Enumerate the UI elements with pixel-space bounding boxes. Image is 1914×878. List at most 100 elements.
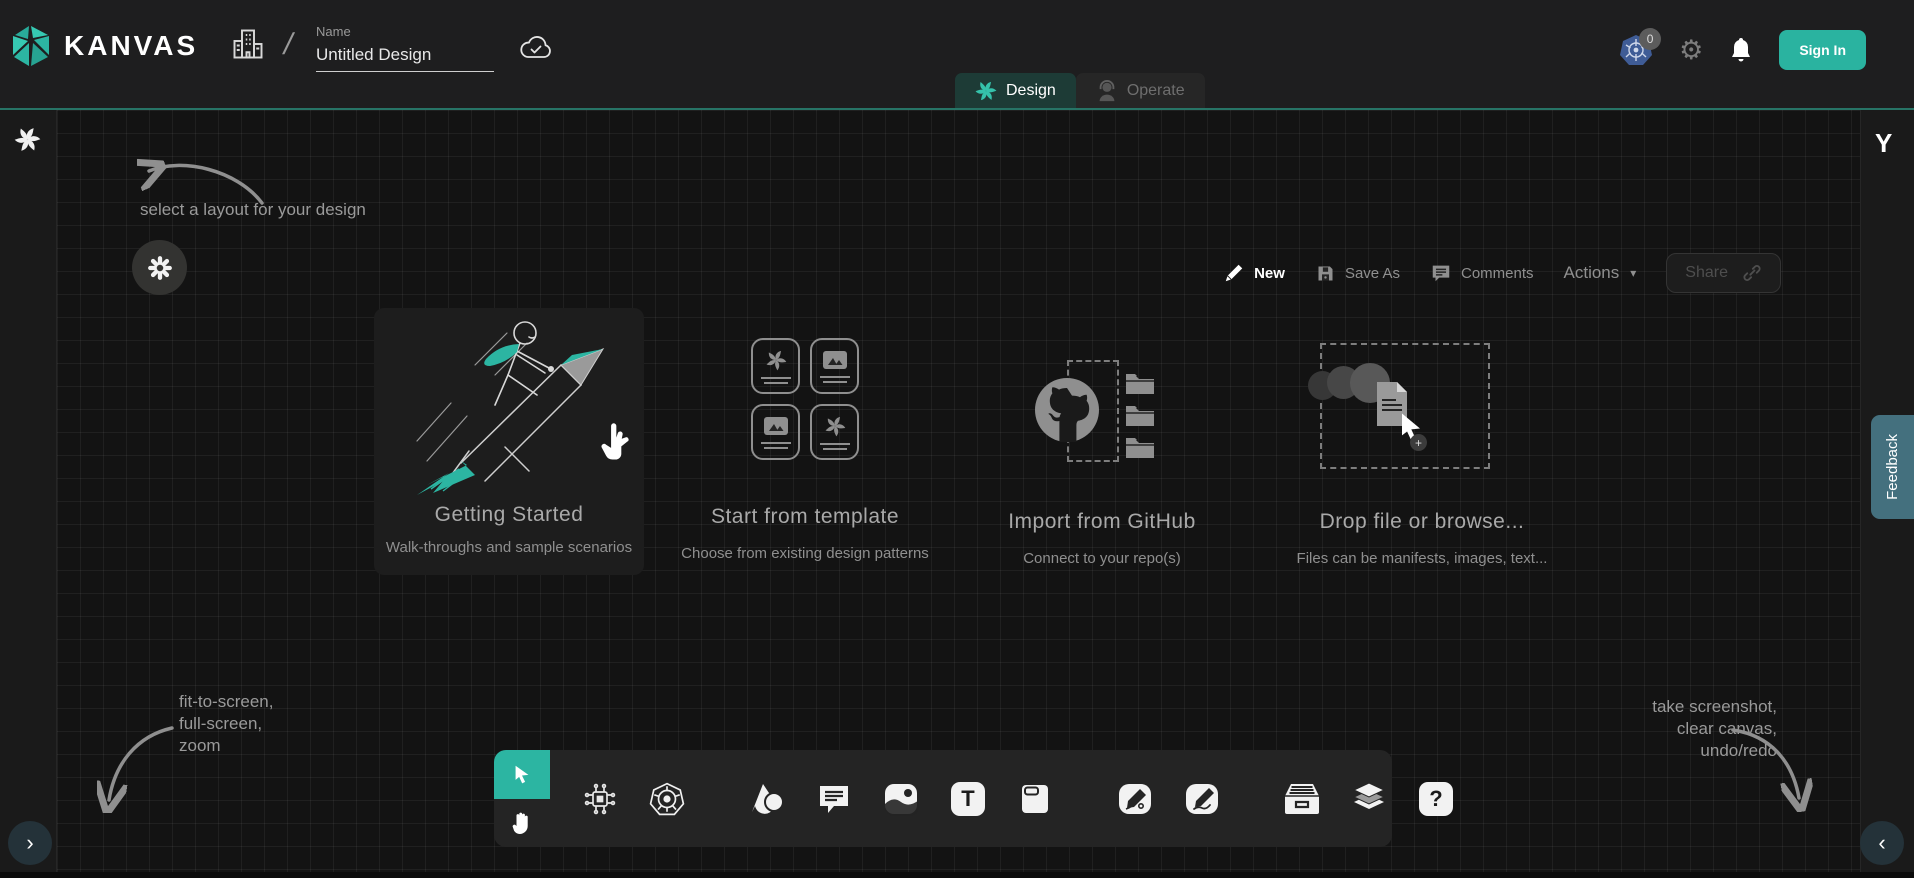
template-tile	[751, 338, 800, 394]
collapse-right-panel-button[interactable]: ‹	[1860, 821, 1904, 865]
note-icon	[1018, 783, 1052, 815]
notifications-bell-icon[interactable]	[1729, 36, 1753, 64]
layers-tool[interactable]	[1349, 779, 1389, 819]
new-label: New	[1254, 265, 1285, 282]
chevron-down-icon: ▾	[1630, 266, 1636, 280]
layout-selector-button[interactable]	[132, 240, 187, 295]
pointer-tools	[494, 750, 550, 847]
template-tile	[751, 404, 800, 460]
settings-gear-icon[interactable]: ⚙	[1679, 37, 1703, 64]
cursor-tool[interactable]	[494, 750, 550, 799]
breadcrumb-separator: /	[280, 28, 296, 62]
card-start-from-template[interactable]: Start from template Choose from existing…	[670, 338, 940, 562]
sidebar-pinwheel-icon[interactable]	[14, 126, 41, 153]
rocket-rider-illustration	[409, 313, 619, 498]
brand-logo[interactable]: KANVAS	[12, 24, 198, 68]
mode-tabs: Design Operate	[955, 73, 1205, 108]
kubernetes-count-badge: 0	[1639, 28, 1661, 50]
y-logo: Y	[1875, 128, 1892, 159]
comments-icon	[1430, 262, 1452, 284]
infra-tools	[550, 750, 717, 847]
zoom-hint-text: fit-to-screen, full-screen, zoom	[179, 691, 273, 757]
zoom-hint-arrow	[97, 718, 182, 813]
card-import-github[interactable]: Import from GitHub Connect to your repo(…	[962, 338, 1242, 567]
pinwheel-icon	[824, 415, 846, 437]
app-header: KANVAS / Name	[0, 0, 1914, 108]
chevron-left-icon: ‹	[1878, 830, 1885, 856]
operate-headset-icon	[1096, 79, 1118, 103]
comments-button[interactable]: Comments	[1430, 262, 1534, 284]
tab-operate[interactable]: Operate	[1076, 73, 1205, 108]
header-actions: 0 ⚙ Sign In	[1619, 30, 1866, 70]
pencil-tool[interactable]	[1182, 779, 1222, 819]
card-title: Start from template	[670, 505, 940, 529]
card-subtitle: Connect to your repo(s)	[962, 550, 1242, 567]
github-octocat-icon	[1032, 376, 1102, 444]
pinwheel-icon	[765, 349, 787, 371]
organization-building-icon[interactable]	[230, 26, 266, 62]
card-subtitle: Files can be manifests, images, text...	[1272, 550, 1572, 567]
card-title: Getting Started	[374, 503, 644, 527]
template-tiles	[670, 338, 940, 460]
save-as-label: Save As	[1345, 265, 1400, 282]
image-icon	[763, 416, 789, 436]
help-tool[interactable]: ?	[1416, 779, 1456, 819]
tools-toolbar: T	[494, 750, 1392, 847]
note-tool[interactable]	[1015, 779, 1055, 819]
image-icon	[883, 782, 919, 816]
design-canvas[interactable]: select a layout for your design New Save…	[57, 110, 1860, 878]
card-subtitle: Walk-throughs and sample scenarios	[374, 539, 644, 556]
canvas-top-border	[0, 108, 1914, 110]
hand-tool[interactable]	[494, 799, 550, 848]
tab-design[interactable]: Design	[955, 73, 1076, 108]
card-drop-file[interactable]: + Drop file or browse... Files can be ma…	[1272, 338, 1572, 567]
repo-folder-list	[1124, 372, 1156, 460]
kanvas-hex-icon	[12, 24, 52, 68]
drawer-tool[interactable]	[1282, 779, 1322, 819]
sign-in-button[interactable]: Sign In	[1779, 30, 1866, 70]
shapes-tool[interactable]	[747, 779, 787, 819]
flower-asterisk-icon	[147, 255, 173, 281]
layout-hint-text: select a layout for your design	[140, 200, 366, 220]
hand-icon	[510, 810, 534, 836]
pencil-new-icon	[1223, 262, 1245, 284]
actions-label: Actions	[1564, 263, 1620, 283]
kubernetes-tool[interactable]	[647, 779, 687, 819]
hand-cursor-icon	[599, 423, 629, 461]
pen-tool[interactable]	[1115, 779, 1155, 819]
app-root: KANVAS / Name	[0, 0, 1914, 878]
template-tile	[810, 404, 859, 460]
shapes-icon	[749, 782, 785, 816]
brand-name: KANVAS	[64, 30, 198, 62]
layers-icon	[1350, 781, 1388, 817]
share-label: Share	[1685, 264, 1728, 282]
design-name-field: Name	[316, 24, 498, 72]
card-title: Import from GitHub	[962, 510, 1242, 534]
card-subtitle: Choose from existing design patterns	[670, 545, 940, 562]
feedback-tab[interactable]: Feedback	[1871, 415, 1914, 519]
text-tool-glyph: T	[951, 782, 985, 816]
plus-badge-icon: +	[1410, 434, 1427, 451]
drawer-archive-icon	[1283, 782, 1321, 816]
expand-left-panel-button[interactable]: ›	[8, 821, 52, 865]
tab-operate-label: Operate	[1127, 82, 1185, 100]
actions-dropdown[interactable]: Actions ▾	[1564, 263, 1637, 283]
save-as-button[interactable]: Save As	[1315, 263, 1400, 284]
canvas-toolbar: New Save As Comments Actions ▾ Share	[1223, 250, 1781, 296]
help-glyph: ?	[1419, 782, 1453, 816]
kubernetes-status-icon[interactable]: 0	[1619, 34, 1653, 66]
screenshot-hint-arrow	[1725, 722, 1815, 812]
new-button[interactable]: New	[1223, 262, 1285, 284]
card-getting-started[interactable]: Getting Started Walk-throughs and sample…	[374, 308, 644, 575]
design-name-input[interactable]	[316, 43, 494, 72]
pencil-scribble-icon	[1184, 782, 1220, 816]
object-tools: ?	[1252, 750, 1486, 847]
image-icon	[822, 350, 848, 370]
share-button[interactable]: Share	[1666, 253, 1781, 293]
microchip-tool[interactable]	[580, 779, 620, 819]
image-tool[interactable]	[881, 779, 921, 819]
tab-design-label: Design	[1006, 82, 1056, 100]
comment-tool[interactable]	[814, 779, 854, 819]
folder-icon	[1124, 436, 1156, 460]
text-tool[interactable]: T	[948, 779, 988, 819]
